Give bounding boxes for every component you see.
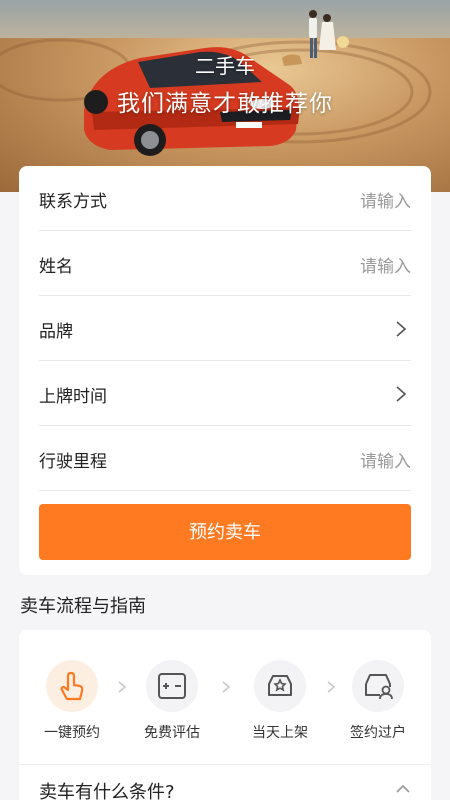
mileage-field-row[interactable]: 行驶里程 请输入 xyxy=(39,426,411,491)
step-icon-circle xyxy=(46,660,98,712)
faq-divider xyxy=(19,764,431,765)
chevron-right-icon xyxy=(396,386,407,402)
step-arrow-icon xyxy=(222,681,231,693)
registration-date-row[interactable]: 上牌时间 xyxy=(39,361,411,426)
contact-input[interactable]: 请输入 xyxy=(360,187,411,212)
faq-question[interactable]: 卖车有什么条件? xyxy=(39,778,175,800)
step-label: 一键预约 xyxy=(44,725,100,741)
tap-hand-icon xyxy=(60,671,84,701)
registration-date-label: 上牌时间 xyxy=(39,387,107,407)
brand-label: 品牌 xyxy=(39,322,73,342)
step-same-day-listing[interactable]: 当天上架 xyxy=(235,660,325,750)
guide-section-title: 卖车流程与指南 xyxy=(20,596,146,617)
name-label: 姓名 xyxy=(39,257,73,277)
contact-label: 联系方式 xyxy=(39,192,107,212)
step-label: 签约过户 xyxy=(350,725,406,741)
mileage-label: 行驶里程 xyxy=(39,452,107,472)
chevron-right-icon xyxy=(396,321,407,337)
car-user-icon xyxy=(365,674,393,700)
step-arrow-icon xyxy=(118,681,127,693)
hero-title: 我们满意才敢推荐你 xyxy=(117,91,333,117)
step-label: 免费评估 xyxy=(144,725,200,741)
step-icon-circle xyxy=(254,660,306,712)
step-sign-transfer[interactable]: 签约过户 xyxy=(333,660,423,750)
guide-card: 一键预约 免费评估 当天上架 签约过户 卖车有什么条件? xyxy=(19,630,431,800)
book-sell-button[interactable]: 预约卖车 xyxy=(39,504,411,560)
chevron-up-icon[interactable] xyxy=(395,784,411,794)
name-field-row[interactable]: 姓名 请输入 xyxy=(39,231,411,296)
hero-banner: 二手车 我们满意才敢推荐你 xyxy=(0,0,450,192)
hero-subtitle: 二手车 xyxy=(195,54,255,78)
mileage-input[interactable]: 请输入 xyxy=(360,447,411,472)
sell-car-form: 联系方式 请输入 姓名 请输入 品牌 上牌时间 行驶里程 请输入 预约卖车 xyxy=(19,166,431,575)
calculator-icon xyxy=(158,673,186,699)
step-free-evaluation[interactable]: 免费评估 xyxy=(127,660,217,750)
step-icon-circle xyxy=(352,660,404,712)
step-icon-circle xyxy=(146,660,198,712)
step-label: 当天上架 xyxy=(252,725,308,741)
contact-field-row[interactable]: 联系方式 请输入 xyxy=(39,166,411,231)
step-one-click-booking[interactable]: 一键预约 xyxy=(27,660,117,750)
brand-select-row[interactable]: 品牌 xyxy=(39,296,411,361)
name-input[interactable]: 请输入 xyxy=(360,252,411,277)
car-star-icon xyxy=(268,675,292,696)
